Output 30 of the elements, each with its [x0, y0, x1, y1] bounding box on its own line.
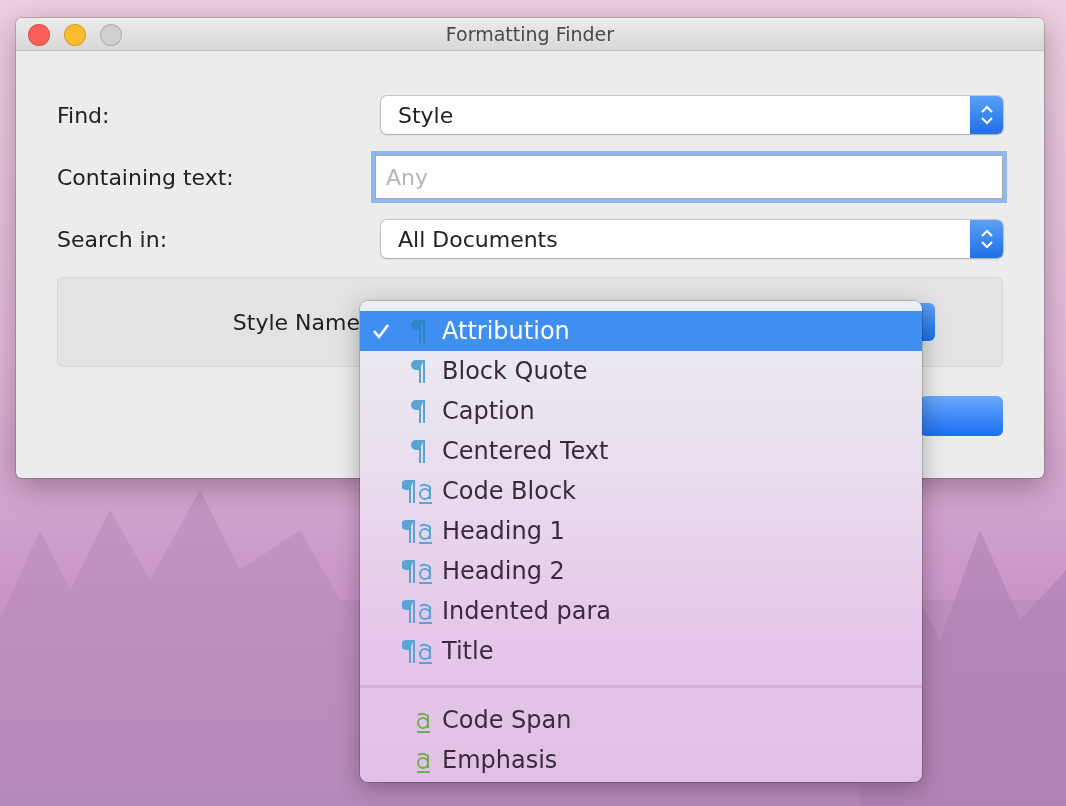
menu-item[interactable]: Emphasis [360, 740, 922, 780]
menu-item[interactable]: Code Span [360, 700, 922, 740]
menu-item[interactable]: Centered Text [360, 431, 922, 471]
window-title: Formatting Finder [445, 23, 615, 45]
paragraph-character-icon [402, 557, 434, 585]
default-button[interactable] [920, 396, 1003, 436]
menu-item[interactable]: Heading 1 [360, 511, 922, 551]
menu-item[interactable]: Code Block [360, 471, 922, 511]
stepper-icon [979, 104, 994, 126]
menu-item[interactable]: Indented para [360, 591, 922, 631]
menu-item[interactable]: Block Quote [360, 351, 922, 391]
stepper-icon [979, 228, 994, 250]
menu-item[interactable]: Heading 2 [360, 551, 922, 591]
popup-button[interactable]: Style [381, 96, 1003, 134]
checkmark-icon [372, 322, 390, 340]
zoom-button[interactable] [100, 24, 122, 46]
menu-item[interactable]: Caption [360, 391, 922, 431]
paragraph-character-icon [402, 597, 434, 625]
close-button[interactable] [28, 24, 50, 46]
field-label: Search in: [57, 226, 169, 252]
field-label: Find: [57, 102, 111, 128]
menu-item[interactable]: Title [360, 631, 922, 671]
field-label: Containing text: [57, 164, 235, 190]
text-field[interactable]: Any [375, 155, 1003, 199]
style-name-label: Style Name [231, 309, 360, 335]
paragraph-character-icon [402, 517, 434, 545]
paragraph-character-icon [402, 477, 434, 505]
popup-button[interactable]: All Documents [381, 220, 1003, 258]
paragraph-character-icon [402, 637, 434, 665]
minimize-button[interactable] [64, 24, 86, 46]
